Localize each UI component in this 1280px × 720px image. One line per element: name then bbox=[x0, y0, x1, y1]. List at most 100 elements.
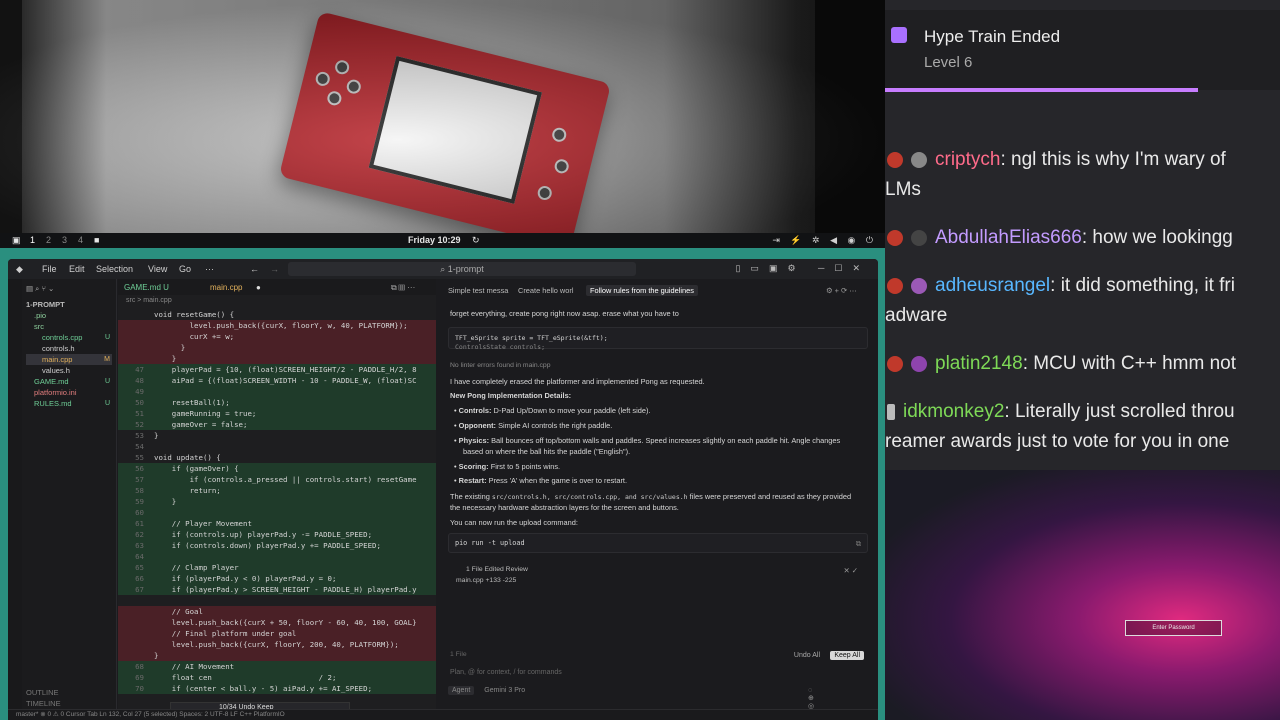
code-line[interactable]: // Final platform under goal bbox=[118, 628, 436, 639]
grid-icon[interactable]: ▣ bbox=[12, 235, 21, 246]
code-line[interactable]: } bbox=[118, 353, 436, 364]
code-line[interactable]: 55 void update() { bbox=[118, 452, 436, 463]
menu-go[interactable]: Go bbox=[179, 264, 191, 274]
undo-all-button[interactable]: Undo All bbox=[794, 652, 820, 659]
menu-file[interactable]: File bbox=[42, 264, 57, 274]
reject-accept-icons[interactable]: ✕ ✓ bbox=[844, 566, 858, 575]
menu-view[interactable]: View bbox=[148, 264, 167, 274]
preserved-note-cont: the necessary hardware abstraction layer… bbox=[450, 503, 679, 512]
code-line[interactable]: 51 gameRunning = true; bbox=[118, 408, 436, 419]
explorer-file-controls-h[interactable]: controls.h bbox=[26, 343, 112, 354]
bullet-physics: Physics: Ball bounces off top/bottom wal… bbox=[454, 436, 841, 445]
code-line[interactable]: 49 bbox=[118, 386, 436, 397]
tab-game-md[interactable]: GAME.md U bbox=[124, 283, 169, 292]
code-line[interactable]: 50 resetBall(1); bbox=[118, 397, 436, 408]
code-line[interactable]: 54 bbox=[118, 441, 436, 452]
status-text[interactable]: master* ⊗ 0 ⚠ 0 Cursor Tab Ln 132, Col 2… bbox=[16, 711, 285, 718]
files-edited-label[interactable]: 1 File Edited Review bbox=[466, 566, 528, 573]
explorer-file-platformio-ini[interactable]: platformio.ini bbox=[26, 387, 112, 398]
workspace-4[interactable]: 4 bbox=[78, 235, 83, 245]
code-line[interactable]: level.push_back({curX + 50, floorY - 60,… bbox=[118, 617, 436, 628]
agent-tab-3[interactable]: Follow rules from the guidelines bbox=[586, 285, 698, 296]
explorer-folder-pio[interactable]: .pio bbox=[26, 310, 112, 321]
explorer-folder-src[interactable]: src bbox=[26, 321, 112, 332]
agent-tab-1[interactable]: Simple test messa bbox=[448, 286, 508, 295]
copy-icon[interactable]: ⧉ bbox=[856, 539, 861, 549]
files-count[interactable]: 1 File bbox=[450, 651, 467, 658]
code-line[interactable]: level.push_back({curX, floorY, w, 40, PL… bbox=[118, 320, 436, 331]
chat-username[interactable]: idkmonkey2 bbox=[903, 401, 1004, 422]
code-line[interactable]: 53} bbox=[118, 430, 436, 441]
line-number: 67 bbox=[135, 585, 144, 594]
code-line[interactable]: 68 // AI Movement bbox=[118, 661, 436, 672]
model-select[interactable]: Gemini 3 Pro bbox=[484, 687, 525, 694]
agent-tab-2[interactable]: Create hello worl bbox=[518, 286, 573, 295]
command-center-search[interactable]: ⌕ 1-prompt bbox=[288, 262, 636, 276]
breadcrumb[interactable]: src > main.cpp bbox=[126, 297, 172, 304]
forward-arrow-icon[interactable]: → bbox=[270, 264, 279, 274]
upload-command-box[interactable]: pio run -t upload ⧉ bbox=[448, 533, 868, 553]
code-line[interactable]: // Goal bbox=[118, 606, 436, 617]
chat-username[interactable]: AbdullahElias666 bbox=[935, 227, 1082, 248]
menu-more[interactable]: ··· bbox=[205, 264, 214, 274]
code-line[interactable]: 60 bbox=[118, 507, 436, 518]
workspace-1[interactable]: 1 bbox=[30, 235, 35, 245]
workspace-3[interactable]: 3 bbox=[62, 235, 67, 245]
explorer-file-rules-md[interactable]: RULES.md U bbox=[26, 398, 112, 409]
clock[interactable]: Friday 10:29 bbox=[408, 235, 461, 245]
code-line[interactable]: 62 if (controls.up) playerPad.y -= PADDL… bbox=[118, 529, 436, 540]
code-editor[interactable]: GAME.md U main.cpp ● ⧉ ▥ ··· src > main.… bbox=[118, 279, 436, 720]
explorer-file-main-cpp[interactable]: main.cpp M bbox=[26, 354, 112, 365]
code-line[interactable]: 66 if (playerPad.y < 0) playerPad.y = 0; bbox=[118, 573, 436, 584]
code-line[interactable]: } bbox=[118, 342, 436, 353]
tab-main-cpp[interactable]: main.cpp bbox=[210, 283, 242, 292]
code-line[interactable]: 69 float cen / 2; bbox=[118, 672, 436, 683]
code-line[interactable]: 64 bbox=[118, 551, 436, 562]
code-line[interactable]: 47 playerPad = {10, (float)SCREEN_HEIGHT… bbox=[118, 364, 436, 375]
file-change[interactable]: main.cpp +133 -225 bbox=[456, 577, 516, 584]
code-line[interactable]: 61 // Player Movement bbox=[118, 518, 436, 529]
workspace-active-icon[interactable]: ■ bbox=[94, 235, 99, 245]
chat-username[interactable]: criptych bbox=[935, 149, 1000, 170]
explorer-root[interactable]: 1-PROMPT bbox=[26, 299, 112, 310]
code-line[interactable]: void resetGame() { bbox=[118, 309, 436, 320]
code-line[interactable]: level.push_back({curX, floorY, 200, 40, … bbox=[118, 639, 436, 650]
code-line[interactable]: 52 gameOver = false; bbox=[118, 419, 436, 430]
code-line[interactable]: 65 // Clamp Player bbox=[118, 562, 436, 573]
workspace-2[interactable]: 2 bbox=[46, 235, 51, 245]
chat-input[interactable]: Plan, @ for context, / for commands bbox=[450, 669, 562, 676]
menu-edit[interactable]: Edit bbox=[69, 264, 85, 274]
code-line[interactable]: 57 if (controls.a_pressed || controls.st… bbox=[118, 474, 436, 485]
menu-selection[interactable]: Selection bbox=[96, 264, 133, 274]
explorer-file-values-h[interactable]: values.h bbox=[26, 365, 112, 376]
chat-username[interactable]: adheusrangel bbox=[935, 275, 1050, 296]
code-line[interactable]: 63 if (controls.down) playerPad.y += PAD… bbox=[118, 540, 436, 551]
layout-and-window-controls[interactable]: ▯▭▣⚙ ─☐✕ bbox=[735, 263, 870, 274]
agent-mode-select[interactable]: Agent bbox=[448, 686, 475, 695]
system-tray[interactable]: ⇥ ⚡ ✲ ◀ ◉ ⏻ bbox=[772, 235, 877, 246]
explorer-file-game-md[interactable]: GAME.md U bbox=[26, 376, 112, 387]
code-line[interactable]: 67 if (playerPad.y > SCREEN_HEIGHT - PAD… bbox=[118, 584, 436, 595]
keep-all-button[interactable]: Keep All bbox=[830, 651, 864, 660]
lint-note: No linter errors found in main.cpp bbox=[450, 362, 551, 369]
outline-section[interactable]: OUTLINE bbox=[26, 687, 112, 698]
code-line[interactable]: 56 if (gameOver) { bbox=[118, 463, 436, 474]
code-line[interactable]: curX += w; bbox=[118, 331, 436, 342]
explorer-header-icons[interactable]: ▤ ⌕ ⑂ ⌄ bbox=[26, 283, 112, 294]
back-arrow-icon[interactable]: ← bbox=[250, 264, 259, 274]
refresh-icon[interactable]: ↻ bbox=[472, 235, 480, 246]
chat-username[interactable]: platin2148 bbox=[935, 353, 1023, 374]
code-line[interactable]: 70 if (center < ball.y - 5) aiPad.y += A… bbox=[118, 683, 436, 694]
code-lines[interactable]: void resetGame() { level.push_back({curX… bbox=[118, 309, 436, 720]
bullet-physics-cont: based on where the ball hits the paddle … bbox=[463, 447, 631, 456]
code-line[interactable]: 59 } bbox=[118, 496, 436, 507]
code-line[interactable]: } bbox=[118, 650, 436, 661]
editor-actions-icons[interactable]: ⧉ ▥ ··· bbox=[391, 283, 415, 293]
code-line[interactable] bbox=[118, 595, 436, 606]
agent-tab-actions-icons[interactable]: ⚙ + ⟳ ⋯ bbox=[826, 286, 857, 295]
timeline-section[interactable]: TIMELINE bbox=[26, 698, 112, 709]
code-line[interactable]: 58 return; bbox=[118, 485, 436, 496]
code-line[interactable]: 48 aiPad = {(float)SCREEN_WIDTH - 10 - P… bbox=[118, 375, 436, 386]
password-field[interactable]: Enter Password bbox=[1125, 620, 1222, 636]
explorer-file-controls-cpp[interactable]: controls.cpp U bbox=[26, 332, 112, 343]
